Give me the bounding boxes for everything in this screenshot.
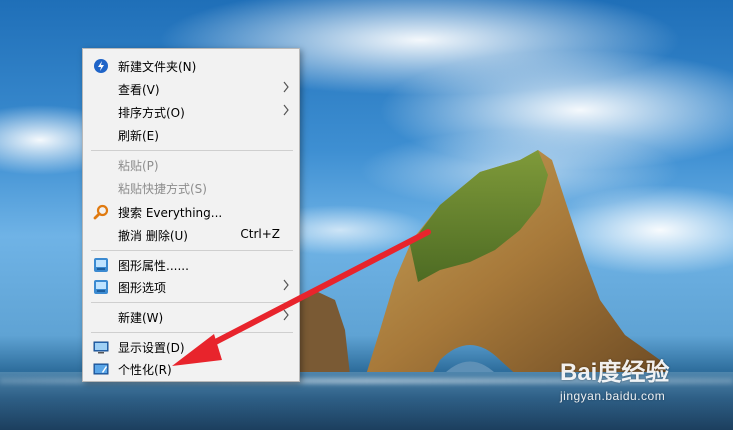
menu-item-new-folder[interactable]: 新建文件夹(N): [84, 55, 298, 77]
menu-item-label: 图形选项: [118, 281, 167, 295]
menu-separator: [91, 150, 293, 151]
search-icon: [93, 204, 109, 220]
menu-item-new[interactable]: 新建(W): [84, 306, 298, 328]
watermark-url: jingyan.baidu.com: [560, 389, 666, 403]
chevron-right-icon: [282, 80, 290, 94]
menu-item-sort-by[interactable]: 排序方式(O): [84, 101, 298, 123]
menu-item-label: 新建文件夹(N): [118, 60, 197, 74]
menu-item-label: 显示设置(D): [118, 341, 185, 355]
menu-item-label: 新建(W): [118, 311, 164, 325]
chevron-right-icon: [282, 308, 290, 322]
menu-item-view[interactable]: 查看(V): [84, 78, 298, 100]
chevron-right-icon: [282, 103, 290, 117]
menu-item-label: 撤消 删除(U): [118, 229, 188, 243]
menu-item-label: 粘贴(P): [118, 159, 159, 173]
menu-item-graphics-properties[interactable]: 图形属性......: [84, 254, 298, 276]
watermark-brand: Bai度经验: [560, 359, 670, 386]
menu-item-shortcut: Ctrl+Z: [240, 227, 280, 241]
menu-item-label: 排序方式(O): [118, 106, 185, 120]
menu-separator: [91, 302, 293, 303]
context-menu: 新建文件夹(N) 查看(V) 排序方式(O) 刷新(E) 粘贴(P) 粘贴快捷方…: [82, 48, 300, 382]
graphics-icon: [93, 257, 109, 273]
menu-item-personalize[interactable]: 个性化(R): [84, 358, 298, 380]
graphics-icon: [93, 279, 109, 295]
baidu-jingyan-watermark: Bai度经验 jingyan.baidu.com: [560, 352, 669, 403]
chevron-right-icon: [282, 278, 290, 292]
menu-item-refresh[interactable]: 刷新(E): [84, 124, 298, 146]
menu-item-display-settings[interactable]: 显示设置(D): [84, 336, 298, 358]
display-icon: [93, 339, 109, 355]
menu-item-search-everything[interactable]: 搜索 Everything...: [84, 201, 298, 223]
menu-separator: [91, 332, 293, 333]
personalize-icon: [93, 361, 109, 377]
everything-folder-icon: [93, 58, 109, 74]
menu-item-graphics-options[interactable]: 图形选项: [84, 276, 298, 298]
menu-item-paste[interactable]: 粘贴(P): [84, 154, 298, 176]
menu-separator: [91, 250, 293, 251]
menu-item-label: 粘贴快捷方式(S): [118, 182, 207, 196]
menu-item-label: 搜索 Everything...: [118, 206, 223, 220]
menu-item-label: 图形属性......: [118, 259, 189, 273]
menu-item-undo-delete[interactable]: 撤消 删除(U) Ctrl+Z: [84, 224, 298, 246]
menu-item-label: 个性化(R): [118, 363, 172, 377]
menu-item-label: 查看(V): [118, 83, 160, 97]
menu-item-label: 刷新(E): [118, 129, 159, 143]
menu-item-paste-shortcut[interactable]: 粘贴快捷方式(S): [84, 177, 298, 199]
